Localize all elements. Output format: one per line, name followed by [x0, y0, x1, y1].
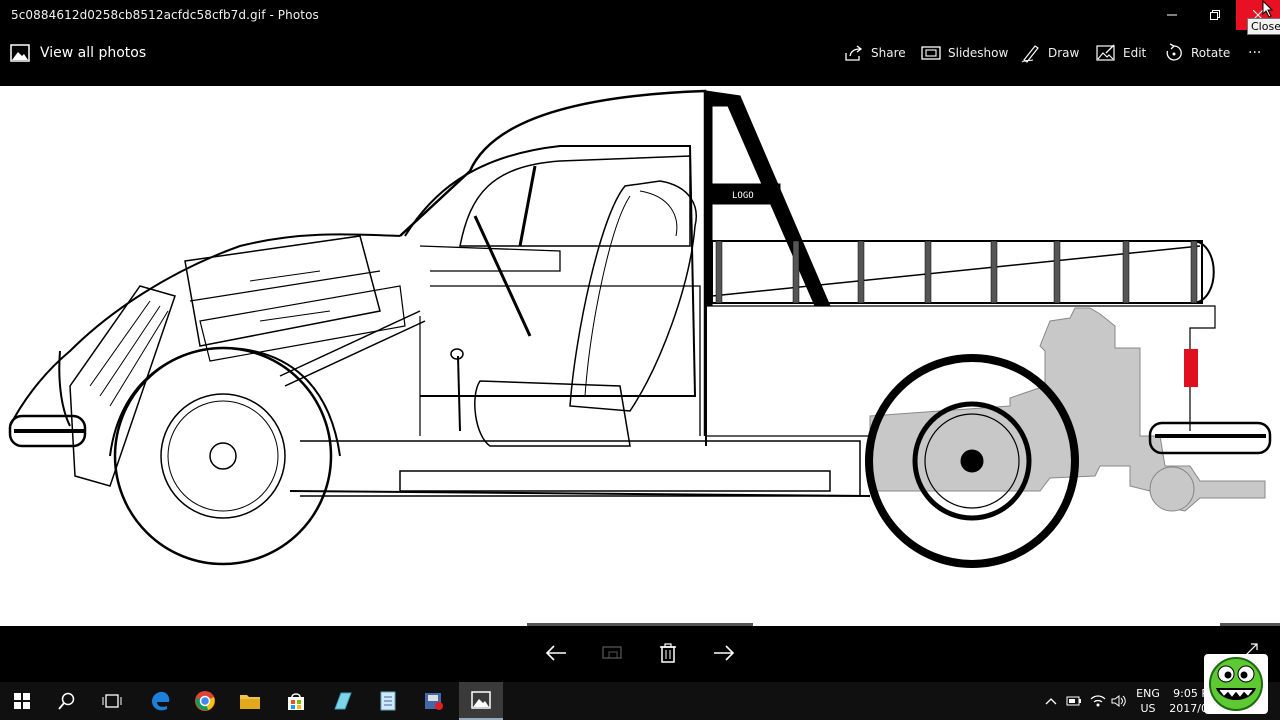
chrome-icon [195, 691, 215, 711]
restore-icon [1210, 10, 1220, 20]
network-button[interactable] [1090, 682, 1106, 720]
search-icon [58, 692, 75, 710]
store-taskbar-button[interactable] [274, 682, 318, 720]
arrow-left-icon [545, 645, 566, 661]
task-view-button[interactable] [90, 682, 134, 720]
windows-taskbar: ENG US 9:05 P 2017/0 [0, 682, 1280, 720]
clock-date: 2017/0 [1169, 702, 1208, 715]
photo-icon [10, 44, 30, 62]
notepad-taskbar-button[interactable] [366, 682, 410, 720]
photos-toolbar: View all photos Share Slideshow Draw Edi… [0, 30, 1280, 86]
mouse-cursor-icon [1262, 0, 1274, 18]
photo-navigation-bar [0, 626, 1280, 682]
recorder-icon [425, 693, 443, 710]
edit-button[interactable]: Edit [1096, 41, 1146, 65]
edge-icon [152, 691, 170, 711]
input-language-button[interactable]: ENG US [1134, 686, 1162, 716]
cast-button[interactable] [598, 640, 626, 666]
edit-label: Edit [1123, 46, 1147, 60]
app-taskbar-button[interactable] [320, 682, 364, 720]
minimize-button[interactable] [1149, 0, 1195, 30]
language-code: ENG [1136, 687, 1160, 700]
view-all-photos-button[interactable]: View all photos [10, 42, 146, 64]
rotate-label: Rotate [1191, 46, 1231, 60]
taillight [1184, 349, 1198, 387]
window-title: 5c0884612d0258cb8512acfdc58cfb7d.gif - P… [11, 8, 319, 22]
share-button[interactable]: Share [844, 41, 906, 65]
green-monster-icon [1209, 657, 1263, 711]
crystal-app-icon [334, 692, 352, 710]
close-tooltip: Close [1247, 18, 1280, 35]
previous-button[interactable] [542, 640, 570, 666]
recorder-taskbar-button[interactable] [412, 682, 456, 720]
share-label: Share [871, 46, 906, 60]
cast-icon [602, 646, 622, 659]
windows-logo-icon [14, 693, 30, 709]
rotate-icon [1166, 43, 1182, 61]
edit-photo-icon [1096, 44, 1115, 61]
arrow-right-icon [714, 645, 735, 661]
speaker-icon [1111, 695, 1126, 707]
store-icon [288, 693, 304, 710]
photo-viewer: LOGO [0, 86, 1280, 626]
slideshow-icon [921, 46, 941, 60]
more-label: ··· [1248, 45, 1262, 61]
pen-icon [1021, 45, 1039, 63]
edge-taskbar-button[interactable] [138, 682, 182, 720]
rotate-button[interactable]: Rotate [1164, 41, 1230, 65]
vw-truck-drawing: LOGO [8, 89, 1272, 568]
slideshow-button[interactable]: Slideshow [921, 41, 1008, 65]
delete-button[interactable] [654, 640, 682, 666]
trash-icon [660, 643, 676, 663]
task-view-icon [102, 694, 122, 708]
volume-button[interactable] [1111, 682, 1127, 720]
view-all-photos-label: View all photos [40, 45, 147, 61]
chrome-taskbar-button[interactable] [183, 682, 227, 720]
next-button[interactable] [710, 640, 738, 666]
start-button[interactable] [0, 682, 44, 720]
restore-button[interactable] [1192, 0, 1238, 30]
draw-button[interactable]: Draw [1021, 41, 1079, 65]
chevron-up-icon [1045, 698, 1057, 705]
photo-canvas: LOGO [0, 86, 1280, 626]
document-icon [380, 691, 396, 711]
battery-icon [1066, 696, 1081, 706]
battery-button[interactable] [1066, 682, 1082, 720]
share-icon [845, 45, 863, 61]
search-button[interactable] [45, 682, 89, 720]
slideshow-label: Slideshow [948, 46, 1009, 60]
photos-taskbar-button[interactable] [459, 682, 503, 720]
channel-mascot-logo [1204, 654, 1268, 714]
logo-text: LOGO [732, 191, 754, 201]
clock-button[interactable]: 9:05 P 2017/0 [1168, 686, 1208, 716]
show-hidden-icons-button[interactable] [1044, 682, 1058, 720]
clock-time: 9:05 P [1173, 687, 1208, 700]
title-bar: 5c0884612d0258cb8512acfdc58cfb7d.gif - P… [0, 0, 1280, 30]
draw-label: Draw [1048, 46, 1080, 60]
region-code: US [1140, 702, 1156, 715]
more-button[interactable]: ··· [1248, 41, 1261, 65]
wifi-icon [1090, 695, 1106, 707]
minimize-icon [1167, 14, 1177, 16]
photos-app-icon [471, 691, 491, 709]
file-explorer-taskbar-button[interactable] [228, 682, 272, 720]
folder-icon [240, 695, 260, 709]
